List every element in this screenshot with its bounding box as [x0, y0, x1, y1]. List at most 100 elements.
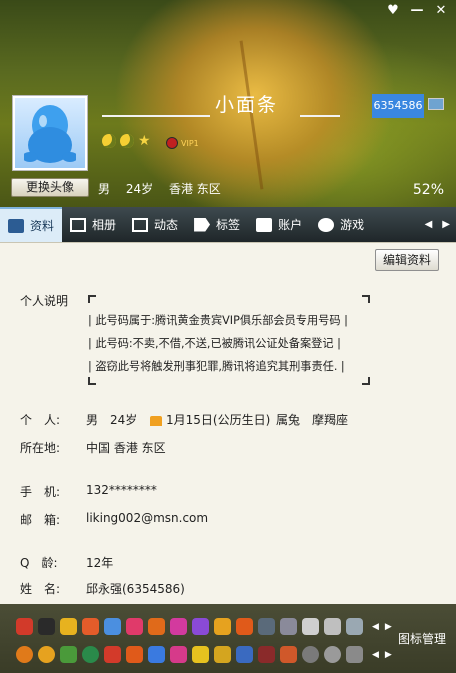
tab-tags[interactable]: 标签	[186, 207, 248, 242]
basic-info: 男 24岁 香港 东区	[98, 180, 233, 197]
fire-badge-icon[interactable]	[280, 646, 297, 663]
ball-badge-icon[interactable]	[302, 646, 319, 663]
phone-label: 手 机:	[20, 485, 61, 499]
book-badge-icon[interactable]	[236, 618, 253, 635]
moon-icon	[120, 134, 134, 148]
tab-account[interactable]: 账户	[248, 207, 310, 242]
profile-completion: 52%	[412, 182, 444, 198]
tab-label: 资料	[30, 219, 55, 233]
qq-number[interactable]: 6354586	[372, 94, 424, 118]
free-badge-icon[interactable]	[82, 646, 99, 663]
game-icon	[318, 217, 335, 232]
level-icons: ★	[102, 133, 151, 149]
arrow-left-icon[interactable]: ◀	[425, 219, 433, 230]
change-avatar-button[interactable]: 更换头像	[11, 178, 89, 197]
corner-decoration	[88, 377, 96, 385]
window-controls: ♥ — ✕	[382, 2, 452, 20]
vip-blue-icon[interactable]	[236, 646, 253, 663]
penguin-red-icon[interactable]	[258, 646, 275, 663]
qq-badge-icon[interactable]	[16, 646, 33, 663]
arrow-left-icon[interactable]: ◀	[372, 622, 379, 632]
gender: 男	[98, 182, 111, 196]
badge-row-1	[16, 618, 363, 635]
tab-feed[interactable]: 动态	[124, 207, 186, 242]
gift-badge-icon[interactable]	[192, 646, 209, 663]
name-value: 邱永强(6354586)	[86, 582, 185, 596]
arrow-right-icon[interactable]: ▶	[385, 650, 392, 660]
heart-badge-icon[interactable]	[148, 618, 165, 635]
diamond-pink-icon[interactable]	[126, 618, 143, 635]
location: 香港 东区	[168, 182, 221, 196]
corner-decoration	[362, 377, 370, 385]
diamond-blue-icon[interactable]	[104, 618, 121, 635]
music-badge-icon[interactable]	[192, 618, 209, 635]
card-icon[interactable]	[428, 98, 444, 110]
bird-badge-icon[interactable]	[324, 618, 341, 635]
fish-badge-icon[interactable]	[346, 618, 363, 635]
name-underline-right	[300, 115, 340, 117]
penguin-badge-icon[interactable]	[38, 618, 55, 635]
personal-description: | 此号码属于:腾讯黄金贵宾VIP俱乐部会员专用号码 | | 此号码:不卖,不借…	[88, 295, 370, 385]
location-label: 所在地:	[20, 441, 61, 455]
crown-icon	[150, 415, 162, 426]
badge-scroll-1: ◀ ▶	[372, 622, 392, 632]
diamond-white-icon[interactable]	[302, 618, 319, 635]
vip-label: VIP1	[181, 138, 199, 148]
id-card-icon	[8, 218, 24, 233]
vip-icon	[166, 137, 178, 149]
name-label: 姓 名:	[20, 582, 61, 596]
avatar[interactable]	[12, 95, 88, 171]
corner-decoration	[362, 295, 370, 303]
manage-badges-button[interactable]: 图标管理	[398, 630, 446, 647]
face-badge-icon[interactable]	[214, 646, 231, 663]
close-button[interactable]: ✕	[430, 2, 452, 20]
coin-badge-icon[interactable]	[38, 646, 55, 663]
personal-label: 个 人:	[20, 413, 61, 427]
chat-badge-icon[interactable]	[324, 646, 341, 663]
personal-age: 24岁	[110, 413, 138, 427]
minimize-button[interactable]: —	[406, 2, 428, 20]
edit-profile-button[interactable]: 编辑资料	[375, 249, 439, 271]
profile-details: 编辑资料 个人说明 | 此号码属于:腾讯黄金贵宾VIP俱乐部会员专用号码 | |…	[0, 242, 456, 604]
tab-games[interactable]: 游戏	[310, 207, 372, 242]
email-label: 邮 箱:	[20, 513, 61, 527]
qage-value: 12年	[86, 556, 114, 570]
game-badge-icon[interactable]	[60, 646, 77, 663]
pet-badge-icon[interactable]	[258, 618, 275, 635]
sun-badge-icon[interactable]	[214, 618, 231, 635]
desc-line: | 盗窃此号将触发刑事犯罪,腾讯将追究其刑事责任. |	[88, 360, 345, 373]
arrow-right-icon[interactable]: ▶	[442, 219, 450, 230]
music-note-icon[interactable]	[148, 646, 165, 663]
diamond-purple-icon[interactable]	[170, 618, 187, 635]
location-value: 中国 香港 东区	[86, 441, 166, 455]
desc-line: | 此号码属于:腾讯黄金贵宾VIP俱乐部会员专用号码 |	[88, 314, 348, 327]
tab-label: 相册	[92, 218, 117, 232]
age: 24岁	[125, 182, 154, 196]
desc-label: 个人说明	[20, 294, 69, 308]
cloud-badge-icon[interactable]	[104, 646, 121, 663]
grey-badge-icon[interactable]	[346, 646, 363, 663]
constellation: 摩羯座	[312, 413, 349, 427]
skin-button[interactable]: ♥	[382, 2, 404, 20]
star-icon: ★	[138, 133, 151, 149]
badge-scroll-2: ◀ ▶	[372, 650, 392, 660]
birthday: 1月15日(公历生日)	[150, 411, 270, 428]
name-underline-left	[102, 115, 210, 117]
star-badge-icon[interactable]	[126, 646, 143, 663]
nickname: 小面条	[215, 94, 279, 116]
profile-header: ♥ — ✕ 更换头像 小面条 6354586 ★ VIP1 男 24岁 香港 东…	[0, 0, 456, 207]
space-badge-icon[interactable]	[280, 618, 297, 635]
tab-profile[interactable]: 资料	[0, 207, 63, 242]
arrow-right-icon[interactable]: ▶	[385, 622, 392, 632]
feed-icon	[132, 217, 149, 232]
email-value[interactable]: liking002@msn.com	[86, 511, 208, 525]
tab-album[interactable]: 相册	[62, 207, 124, 242]
arrow-left-icon[interactable]: ◀	[372, 650, 379, 660]
tab-label: 游戏	[340, 218, 365, 232]
diamond-red-icon[interactable]	[82, 618, 99, 635]
tab-label: 标签	[216, 218, 241, 232]
diamond-yellow-icon[interactable]	[60, 618, 77, 635]
ribbon-badge-icon[interactable]	[170, 646, 187, 663]
vip-badge-icon[interactable]	[16, 618, 33, 635]
vip-badge[interactable]: VIP1	[166, 137, 199, 149]
